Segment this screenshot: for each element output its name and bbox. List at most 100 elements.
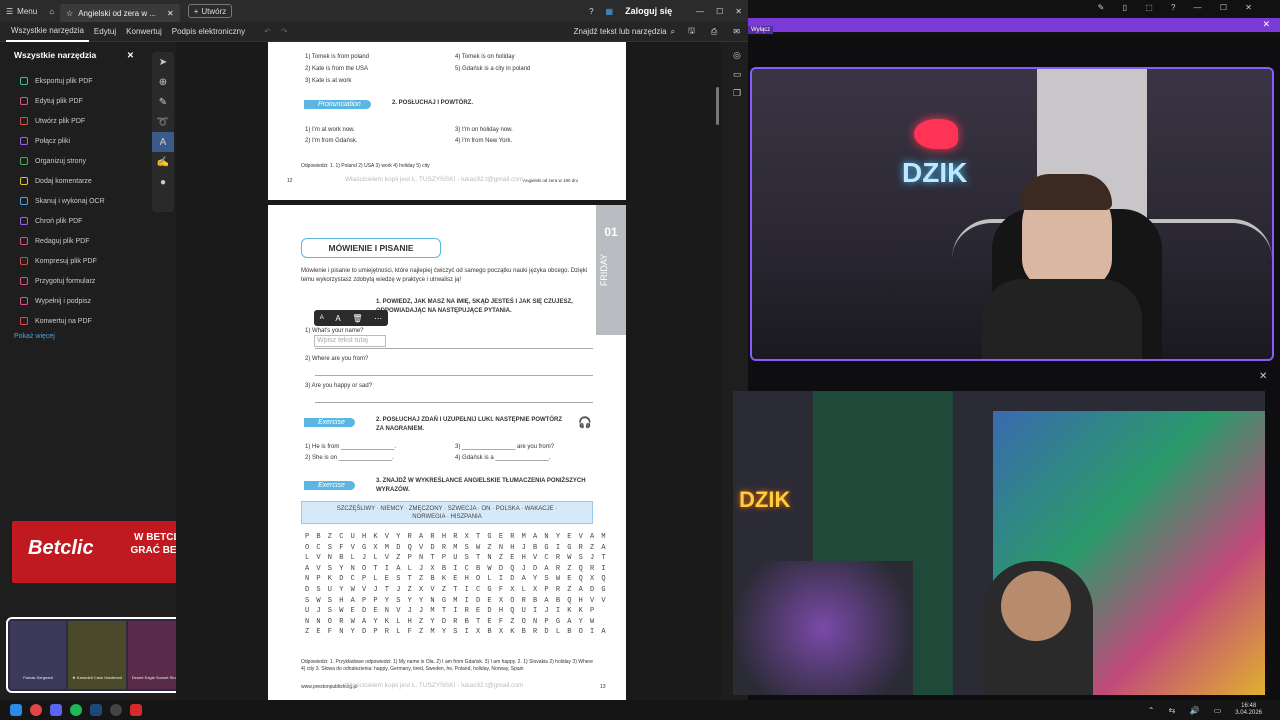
p12-line-1: 1) Tomek is from poland	[305, 54, 369, 60]
more-icon[interactable]: ⋯	[374, 314, 382, 323]
answer-line-1	[315, 348, 593, 349]
maximize-icon[interactable]: ☐	[710, 0, 729, 22]
close-sidebar-icon[interactable]: ✕	[127, 50, 134, 61]
document-viewer[interactable]: 1) Tomek is from poland 2) Kate is from …	[176, 42, 721, 700]
show-more-link[interactable]: Pokaż więcej	[0, 333, 148, 340]
close-notification-icon[interactable]: ✕	[1262, 19, 1270, 30]
chrome-icon[interactable]	[30, 704, 42, 716]
dzik-neon-logo-2: DZIK	[739, 487, 791, 512]
notification-text: Wyłącz	[748, 26, 774, 34]
p12-rep-1: 1) I'm at work now.	[305, 127, 355, 133]
sidebar-item-9[interactable]: Kompresuj plik PDF	[0, 251, 148, 271]
text-box-icon[interactable]: A	[152, 132, 174, 152]
print-icon[interactable]: ⎙	[711, 27, 717, 37]
obs-icon[interactable]	[110, 704, 122, 716]
week-number: 01	[604, 225, 618, 239]
tray-icons: ✎ ▯ ⬚ ? — ☐ ✕	[1097, 3, 1260, 12]
sidebar-item-7[interactable]: Chroń plik PDF	[0, 211, 148, 231]
zoom-icon[interactable]: ⊕	[152, 72, 174, 92]
apps-grid-icon[interactable]: ▦	[600, 0, 620, 22]
menu-convert[interactable]: Konwertuj	[121, 22, 167, 42]
close-tab-icon[interactable]: ✕	[167, 9, 174, 18]
sign-icon[interactable]: ✍	[152, 152, 174, 172]
menu-edit[interactable]: Edytuj	[89, 22, 121, 42]
grid-row: A V S Y N O T I A L J X B I C B W D Q J …	[305, 564, 606, 573]
font-larger-icon[interactable]: A	[335, 314, 340, 323]
windows-start-icon[interactable]	[10, 704, 22, 716]
undo-icon[interactable]: ↶	[264, 27, 271, 36]
close-cam2-icon[interactable]: ✕	[1259, 371, 1267, 382]
ex3-title: 3. ZNAJDŹ W WYKREŚLANCE ANGIELSKIE TŁUMA…	[376, 478, 586, 493]
sidebar-item-11[interactable]: Wypełnij i podpisz	[0, 291, 148, 311]
menu-button[interactable]: ☰ Menu	[0, 0, 43, 22]
webcam-2: DZIK	[733, 391, 1265, 695]
sidebar-item-0[interactable]: Eksportuj plik PDF	[0, 71, 148, 91]
streamer-1-body	[982, 279, 1142, 359]
trash-icon[interactable]: 🗑	[352, 314, 362, 323]
minimize-icon[interactable]: —	[690, 0, 710, 22]
text-input-box[interactable]: Wpisz tekst tutaj	[314, 335, 386, 347]
tool-icon	[20, 317, 28, 325]
streamer-1-hair	[1020, 174, 1112, 210]
pen-icon[interactable]: ✎	[152, 92, 174, 112]
redo-icon[interactable]: ↷	[281, 27, 288, 36]
tool-icon	[20, 137, 28, 145]
sidebar-item-label: Przygotuj formularz	[35, 277, 96, 285]
help-icon[interactable]: ?	[583, 0, 599, 22]
comment-icon[interactable]: ◎	[733, 50, 748, 61]
discord-icon[interactable]	[50, 704, 62, 716]
home-icon[interactable]: ⌂	[43, 0, 60, 22]
grid-row: O C S F V G X M D Q V D R M S W Z N H J …	[305, 543, 606, 552]
p12-line-4: 4) Tomek is on holiday	[455, 54, 515, 60]
text-edit-toolbar: A A 🗑 ⋯	[314, 310, 388, 326]
sidebar-item-12[interactable]: Konwertuj na PDF	[0, 311, 148, 331]
sidebar-item-10[interactable]: Przygotuj formularz	[0, 271, 148, 291]
hamburger-icon: ☰	[6, 6, 14, 16]
sidebar-item-3[interactable]: Połącz pliki	[0, 131, 148, 151]
menu-all-tools[interactable]: Wszystkie narzędzia	[6, 22, 89, 42]
sidebar-item-label: Kompresuj plik PDF	[35, 257, 97, 265]
lasso-icon[interactable]: ➰	[152, 112, 174, 132]
grid-row: S W S H A P P Y S Y Y N G M I D E X O R …	[305, 596, 606, 605]
sidebar-item-2[interactable]: Utwórz plik PDF	[0, 111, 148, 131]
pages-icon[interactable]: ❐	[733, 88, 748, 99]
find-tools-button[interactable]: Znajdź tekst lub narzędzia ⌕	[569, 22, 680, 42]
tool-icon	[20, 77, 28, 85]
grid-row: P B Z C U H K V Y R A R H R X T G E R M …	[305, 533, 606, 541]
exercise-badge-2: Exercise	[304, 418, 355, 427]
tool-icon	[20, 277, 28, 285]
vertical-scrollbar[interactable]	[716, 87, 719, 125]
acrobat-icon[interactable]	[130, 704, 142, 716]
tools-sidebar: Wszystkie narzędzia ✕ Eksportuj plik PDF…	[0, 42, 254, 700]
close-window-icon[interactable]: ✕	[729, 0, 748, 22]
save-icon[interactable]: 🖫	[688, 25, 695, 39]
quick-tools-strip: ➤ ⊕ ✎ ➰ A ✍ ●	[152, 52, 174, 212]
sidebar-item-6[interactable]: Skanuj i wykonaj OCR	[0, 191, 148, 211]
clock[interactable]: 16:48 3.04.2026	[1235, 703, 1262, 717]
exercise-badge-3: Exercise	[304, 481, 355, 490]
create-button[interactable]: + Utwórz	[187, 4, 233, 18]
menu-esign[interactable]: Podpis elektroniczny	[167, 22, 250, 42]
tool-icon	[20, 257, 28, 265]
question-3: 3) Are you happy or sad?	[305, 383, 373, 389]
steam-icon[interactable]	[90, 704, 102, 716]
signin-link[interactable]: Zaloguj się	[619, 0, 678, 22]
document-tab[interactable]: ☆ Angielski od zera w ... ✕	[60, 4, 180, 22]
sidebar-item-8[interactable]: Redaguj plik PDF	[0, 231, 148, 251]
sidebar-item-label: Eksportuj plik PDF	[35, 77, 93, 85]
bookmark-icon[interactable]: ▭	[733, 69, 748, 80]
sidebar-item-label: Edytuj plik PDF	[35, 97, 83, 105]
section-title: MÓWIENIE I PISANIE	[301, 238, 441, 258]
headphones-icon: 🎧	[578, 417, 592, 429]
spotify-icon[interactable]	[70, 704, 82, 716]
grid-row: Z E F N Y D P R L F Z M Y S I X B X K B …	[305, 628, 606, 637]
font-smaller-icon[interactable]: A	[320, 315, 324, 321]
taskbar: ⌃ ⇆ 🔊 ▭ 16:48 3.04.2026	[0, 700, 1280, 720]
acrobat-window: ☰ Menu ⌂ ☆ Angielski od zera w ... ✕ + U…	[0, 0, 748, 700]
sidebar-item-5[interactable]: Dodaj komentarze	[0, 171, 148, 191]
color-dot-icon[interactable]: ●	[152, 172, 174, 192]
sidebar-item-1[interactable]: Edytuj plik PDF	[0, 91, 148, 111]
sidebar-item-4[interactable]: Organizuj strony	[0, 151, 148, 171]
mail-icon[interactable]: ✉	[733, 27, 740, 36]
select-cursor-icon[interactable]: ➤	[152, 52, 174, 72]
